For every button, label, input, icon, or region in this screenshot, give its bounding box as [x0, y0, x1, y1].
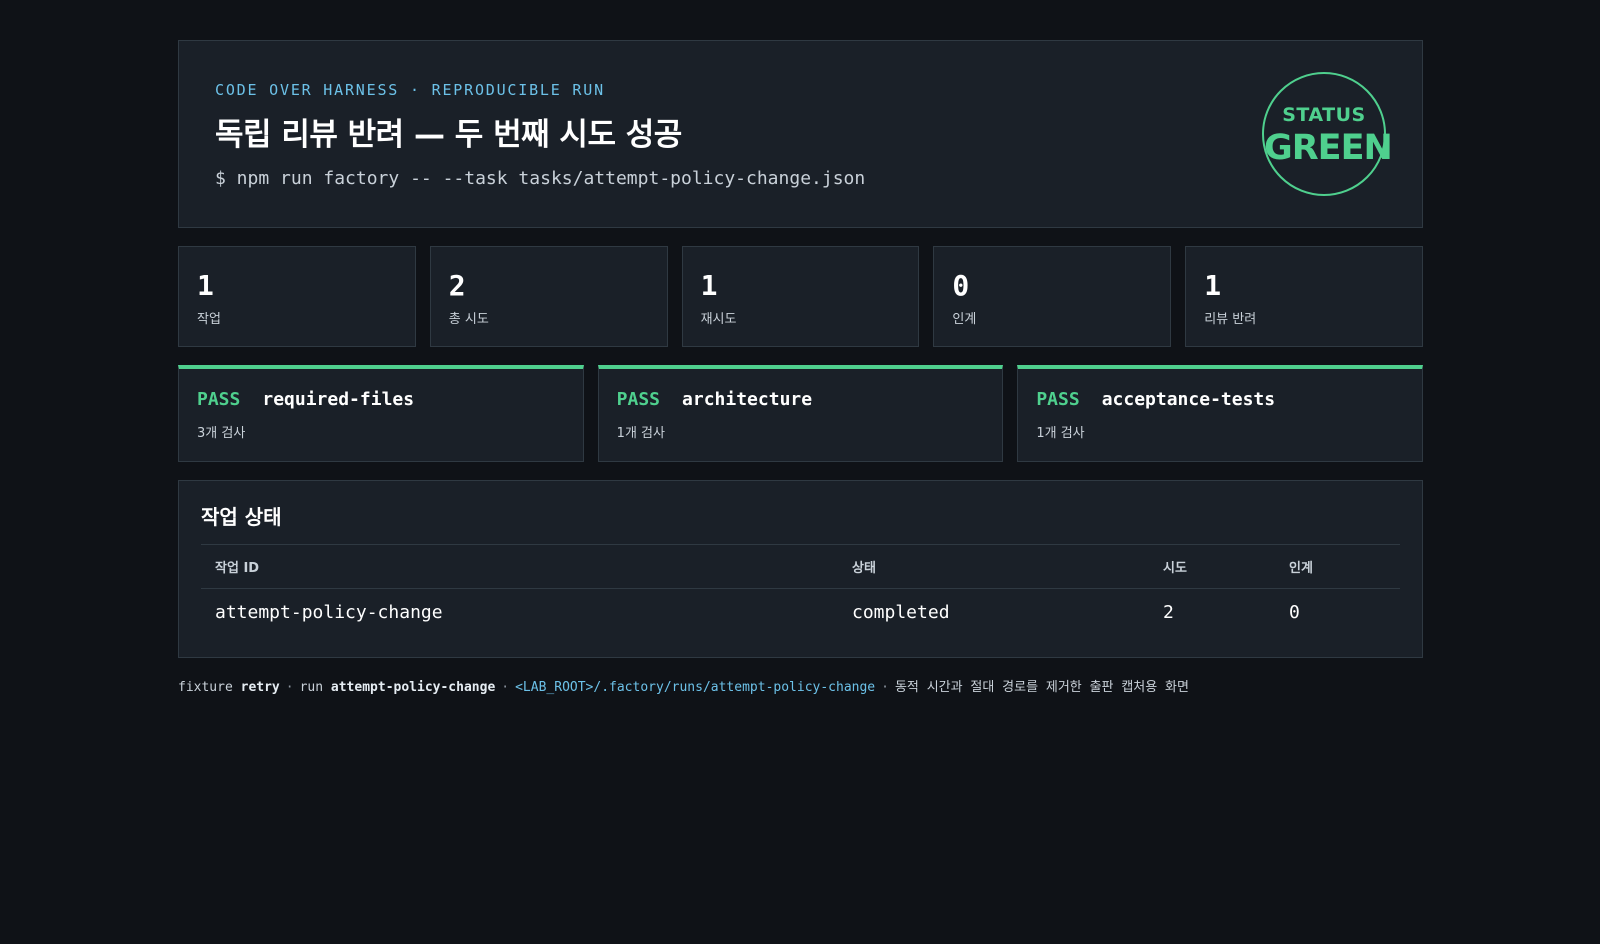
check-result: PASS — [616, 389, 661, 410]
stat-card-total-attempts: 2 총 시도 — [429, 246, 668, 347]
table-header-row: 작업 ID 상태 시도 인계 — [201, 544, 1400, 589]
separator: · — [285, 680, 294, 695]
status-badge: STATUS GREEN — [1262, 72, 1393, 196]
stat-label: 작업 — [197, 312, 221, 327]
cell-attempts: 2 — [1163, 602, 1174, 624]
check-result: PASS — [1036, 389, 1080, 410]
page-title: 독립 리뷰 반려 — 두 번째 시도 성공 — [215, 117, 682, 153]
column-header-attempts: 시도 — [1149, 544, 1275, 589]
run-header: CODE OVER HARNESS · REPRODUCIBLE RUN 독립 … — [178, 40, 1423, 228]
fixture-value: retry — [240, 680, 280, 695]
task-status-panel: 작업 상태 작업 ID 상태 시도 인계 attempt-policy-chan… — [178, 480, 1423, 658]
stat-label: 리뷰 반려 — [1204, 312, 1257, 327]
column-header-task-id: 작업 ID — [201, 544, 838, 589]
stat-card-review-rejections: 1 리뷰 반려 — [1185, 246, 1423, 347]
check-card-architecture: PASS architecture 1개 검사 — [597, 365, 1004, 462]
cell-task-id: attempt-policy-change — [215, 602, 443, 624]
check-card-required-files: PASS required-files 3개 검사 — [178, 365, 584, 462]
column-header-handoffs: 인계 — [1275, 544, 1400, 589]
table-row: attempt-policy-change completed 2 0 — [201, 589, 1400, 637]
stat-value: 2 — [448, 269, 466, 302]
stat-value: 1 — [197, 269, 214, 302]
status-label: STATUS — [1282, 104, 1366, 126]
column-header-status: 상태 — [838, 544, 1149, 589]
stat-label: 재시도 — [700, 312, 737, 327]
stat-value: 1 — [700, 269, 718, 302]
check-count: 1개 검사 — [1036, 426, 1085, 441]
check-count: 3개 검사 — [197, 426, 246, 441]
stat-card-tasks: 1 작업 — [178, 246, 416, 347]
cell-handoffs: 0 — [1289, 602, 1300, 624]
stats-row: 1 작업 2 총 시도 1 재시도 0 인계 1 리뷰 반려 — [178, 246, 1423, 347]
command-line: $ npm run factory -- --task tasks/attemp… — [215, 168, 866, 189]
stat-value: 0 — [952, 269, 970, 302]
checks-row: PASS required-files 3개 검사 PASS architect… — [178, 365, 1424, 462]
stat-card-retries: 1 재시도 — [681, 246, 920, 347]
run-value: attempt-policy-change — [330, 680, 496, 695]
stat-label: 총 시도 — [448, 312, 489, 327]
separator: · — [501, 680, 510, 695]
stat-label: 인계 — [952, 312, 977, 327]
fixture-label: fixture — [178, 680, 233, 695]
eyebrow-text: CODE OVER HARNESS · REPRODUCIBLE RUN — [215, 81, 605, 99]
task-table: 작업 ID 상태 시도 인계 attempt-policy-change com… — [201, 544, 1400, 637]
check-count: 1개 검사 — [616, 426, 665, 441]
check-name: acceptance-tests — [1101, 389, 1276, 410]
check-result: PASS — [197, 389, 241, 410]
stat-card-handoffs: 0 인계 — [933, 246, 1172, 347]
section-title: 작업 상태 — [201, 505, 282, 529]
run-path: <LAB_ROOT>/.factory/runs/attempt-policy-… — [515, 680, 876, 695]
check-name: required-files — [262, 389, 415, 410]
cell-status: completed — [852, 602, 950, 624]
footer-meta: fixture retry · run attempt-policy-change ·… — [178, 676, 1423, 695]
check-card-acceptance-tests: PASS acceptance-tests 1개 검사 — [1017, 365, 1424, 462]
run-label: run — [299, 680, 324, 695]
status-value: GREEN — [1264, 128, 1393, 168]
footer-note: 동적 시간과 절대 경로를 제거한 출판 캡처용 화면 — [894, 680, 1189, 695]
check-name: architecture — [682, 389, 813, 410]
stat-value: 1 — [1204, 269, 1222, 302]
separator: · — [881, 680, 889, 695]
report-page: CODE OVER HARNESS · REPRODUCIBLE RUN 독립 … — [178, 40, 1424, 695]
